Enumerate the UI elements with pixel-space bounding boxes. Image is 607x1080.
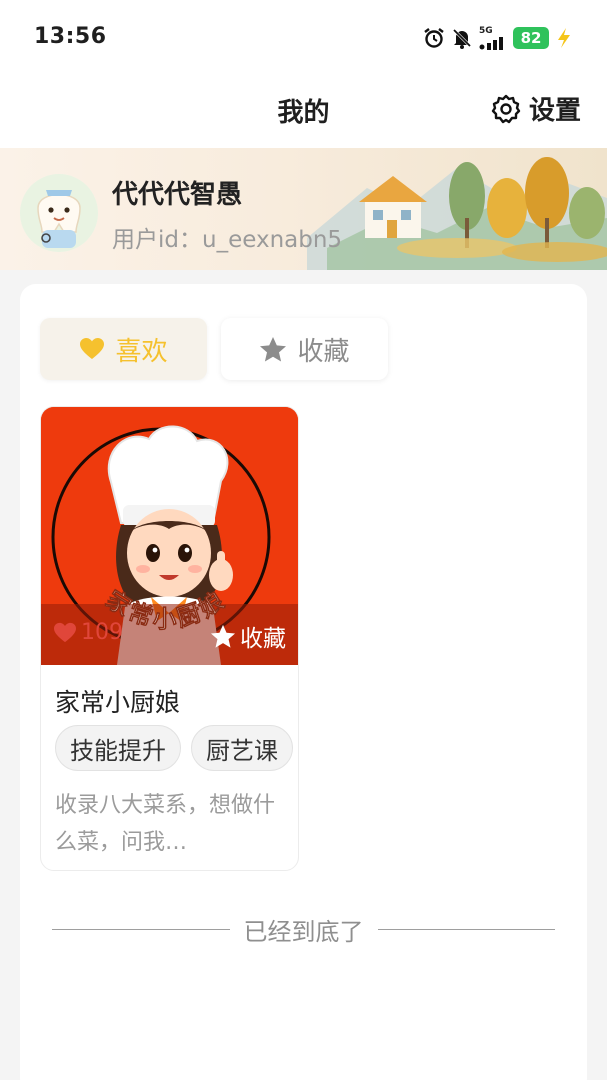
status-icons: 5G 82	[423, 24, 573, 52]
bot-description: 收录八大菜系，想做什么菜，问我…	[55, 793, 276, 855]
star-icon	[260, 336, 287, 361]
battery-icon: 82	[513, 27, 549, 49]
tab-likes[interactable]: 喜欢	[40, 318, 207, 380]
charging-icon	[558, 28, 570, 48]
star-icon	[210, 624, 236, 648]
username: 代代代智愚	[112, 180, 243, 210]
divider-left	[52, 929, 230, 930]
status-time: 13:56	[34, 24, 107, 49]
tag-chip[interactable]: 厨艺课	[191, 725, 293, 771]
tab-favorites[interactable]: 收藏	[221, 318, 388, 380]
signal-indicator: 5G	[479, 25, 507, 50]
network-type: 5G	[479, 25, 493, 36]
bot-title: 家常小厨娘	[55, 688, 181, 717]
user-id[interactable]: 用户id：u_eexnabn5	[112, 220, 342, 254]
tab-likes-label: 喜欢	[115, 336, 168, 367]
tab-favorites-label: 收藏	[297, 336, 350, 367]
like-count-value: 109	[81, 620, 123, 645]
status-bar: 13:56 5G 82	[0, 0, 607, 72]
favorite-button[interactable]: 收藏	[210, 619, 286, 653]
tag-chip[interactable]: 技能提升	[55, 725, 181, 771]
tag-list: 技能提升 厨艺课	[55, 725, 293, 771]
profile-header: 代代代智愚 用户id：u_eexnabn5	[0, 148, 607, 270]
tooth-mascot-avatar	[20, 174, 98, 252]
nav-bar: 我的 设置	[0, 72, 607, 148]
heart-icon	[54, 622, 76, 642]
like-count[interactable]: 109	[53, 620, 123, 645]
avatar[interactable]	[20, 174, 98, 252]
battery-level: 82	[520, 29, 542, 47]
end-of-list-text: 已经到底了	[243, 918, 364, 946]
signal-icon	[479, 36, 503, 50]
divider-right	[377, 929, 555, 930]
bot-card[interactable]: 109 收藏 家常小厨娘 家常小厨娘 技能提升 厨艺课 收录八大菜系，想做什么菜…	[40, 406, 299, 871]
landscape-illustration	[307, 157, 607, 270]
end-of-list: 已经到底了	[52, 912, 555, 947]
settings-label: 设置	[528, 96, 581, 126]
gear-icon	[491, 94, 521, 123]
alarm-icon	[424, 28, 444, 48]
content-card: 喜欢 收藏 109 收藏 家常小厨娘 家常小厨娘 技能提升 厨艺课 收录八大菜系…	[20, 284, 587, 1080]
mute-bell-icon	[452, 28, 472, 49]
heart-icon	[80, 338, 105, 359]
tab-bar: 喜欢 收藏	[40, 318, 388, 380]
favorite-label: 收藏	[240, 626, 286, 652]
settings-button[interactable]: 设置	[491, 90, 581, 127]
